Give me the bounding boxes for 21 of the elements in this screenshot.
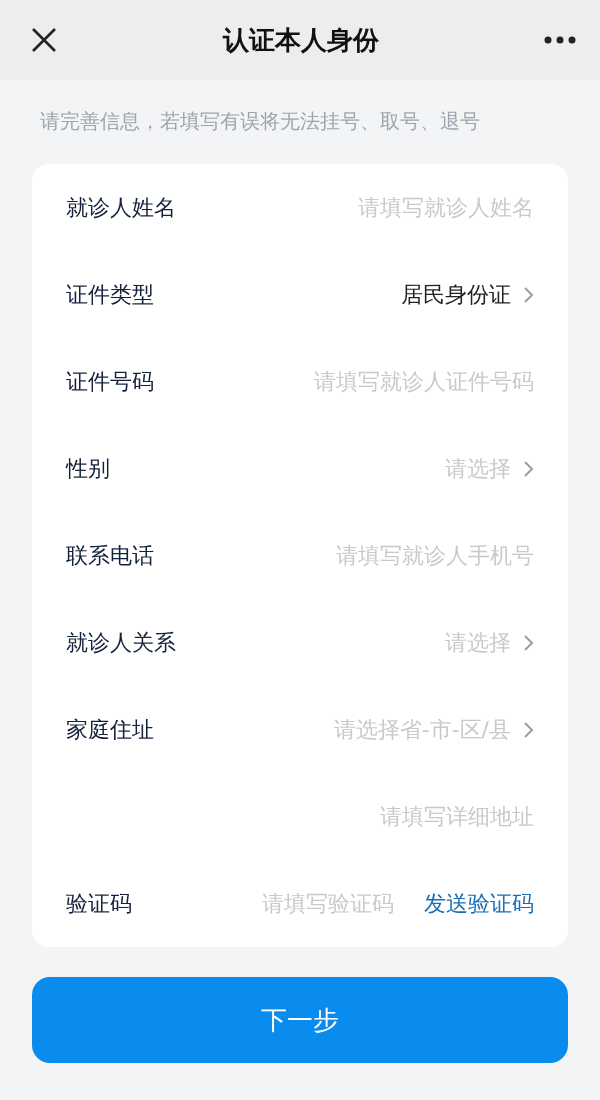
more-button[interactable]: [544, 36, 576, 44]
chevron-right-icon: [523, 285, 534, 304]
chevron-right-icon: [523, 459, 534, 478]
field-label: 就诊人姓名: [66, 193, 176, 222]
page-title: 认证本人身份: [223, 23, 379, 57]
chevron-right-icon: [523, 633, 534, 652]
field-label: 验证码: [66, 889, 132, 918]
field-label: 证件号码: [66, 367, 154, 396]
notice-text: 请完善信息，若填写有误将无法挂号、取号、退号: [39, 108, 481, 135]
field-label: 证件类型: [66, 280, 154, 309]
select-field[interactable]: 居民身份证: [166, 279, 534, 310]
close-icon: [30, 26, 58, 54]
field-label: 联系电话: [66, 541, 154, 570]
close-button[interactable]: [30, 26, 58, 54]
field-label: 就诊人关系: [66, 628, 176, 657]
send-code-link[interactable]: 发送验证码: [424, 888, 534, 919]
more-icon: [544, 36, 576, 44]
chevron-right-icon: [523, 720, 534, 739]
field-label: 家庭住址: [66, 715, 154, 744]
field-label: 性别: [66, 454, 110, 483]
next-button[interactable]: 下一步: [32, 977, 568, 1063]
